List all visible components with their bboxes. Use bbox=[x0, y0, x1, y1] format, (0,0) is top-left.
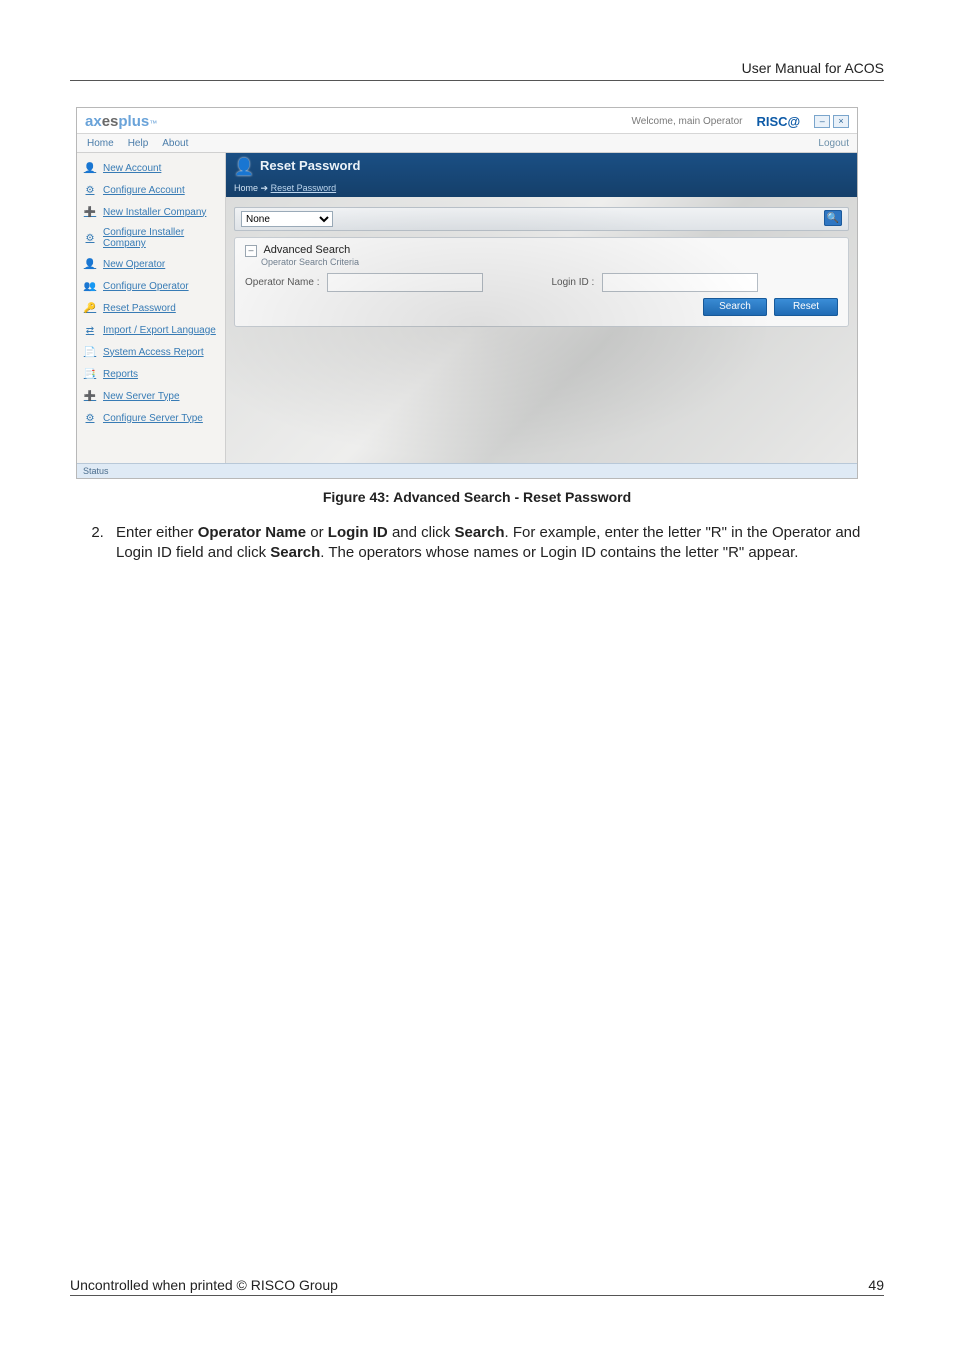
step-text: or bbox=[306, 524, 328, 541]
sidebar-item-reset-password[interactable]: 🔑 Reset Password bbox=[77, 297, 225, 319]
person-gear-icon: 👥 bbox=[83, 279, 97, 293]
filter-bar: None 🔍 bbox=[234, 207, 849, 231]
sidebar-item-new-operator[interactable]: 👤 New Operator bbox=[77, 253, 225, 275]
step-bold-search-1: Search bbox=[454, 524, 504, 541]
footer-left: Uncontrolled when printed © RISCO Group bbox=[70, 1277, 338, 1293]
app-screenshot: ax es plus ™ Welcome, main Operator RISC… bbox=[76, 107, 858, 479]
step-text: and click bbox=[388, 524, 455, 541]
sidebar-item-label: New Account bbox=[103, 163, 161, 174]
filter-go-button[interactable]: 🔍 bbox=[824, 210, 842, 226]
breadcrumb-sep: ➔ bbox=[261, 183, 271, 193]
server-plus-icon: ➕ bbox=[83, 389, 97, 403]
window-minimize-button[interactable]: – bbox=[814, 115, 830, 128]
window-close-button[interactable]: × bbox=[833, 115, 849, 128]
reset-button[interactable]: Reset bbox=[774, 298, 838, 316]
menu-home[interactable]: Home bbox=[87, 138, 114, 149]
step-text: . The operators whose names or Login ID … bbox=[320, 544, 798, 561]
sidebar-item-label: Reports bbox=[103, 369, 138, 380]
step-bold-search-2: Search bbox=[270, 544, 320, 561]
sidebar-item-label: Import / Export Language bbox=[103, 325, 216, 336]
sidebar-item-label: New Operator bbox=[103, 259, 165, 270]
sidebar-item-reports[interactable]: 📑 Reports bbox=[77, 363, 225, 385]
sidebar-item-configure-operator[interactable]: 👥 Configure Operator bbox=[77, 275, 225, 297]
collapse-icon[interactable]: – bbox=[245, 245, 257, 257]
advanced-search-panel: – Advanced Search Operator Search Criter… bbox=[234, 237, 849, 327]
step-bold-operator-name: Operator Name bbox=[198, 524, 306, 541]
sidebar-item-new-server-type[interactable]: ➕ New Server Type bbox=[77, 385, 225, 407]
gear-icon: ⚙ bbox=[83, 231, 97, 245]
sidebar-item-new-installer-company[interactable]: ➕ New Installer Company bbox=[77, 201, 225, 223]
risc-logo: RISC@ bbox=[756, 114, 800, 129]
brand-part-ax: ax bbox=[85, 113, 102, 130]
doc-header: User Manual for ACOS bbox=[70, 60, 884, 81]
step-2: Enter either Operator Name or Login ID a… bbox=[108, 523, 884, 564]
report-icon: 📄 bbox=[83, 345, 97, 359]
transfer-icon: ⇄ bbox=[83, 323, 97, 337]
step-text: Enter either bbox=[116, 524, 198, 541]
menu-logout[interactable]: Logout bbox=[818, 138, 849, 149]
sidebar-item-label: New Installer Company bbox=[103, 207, 206, 218]
brand-part-plus: plus bbox=[118, 113, 149, 130]
figure-caption: Figure 43: Advanced Search - Reset Passw… bbox=[70, 489, 884, 505]
step-bold-login-id: Login ID bbox=[328, 524, 388, 541]
sidebar-item-configure-account[interactable]: ⚙ Configure Account bbox=[77, 179, 225, 201]
app-titlebar: ax es plus ™ Welcome, main Operator RISC… bbox=[77, 108, 857, 134]
search-icon: 🔍 bbox=[827, 213, 839, 224]
sidebar-item-label: Configure Installer Company bbox=[103, 227, 219, 249]
status-bar: Status bbox=[77, 463, 857, 478]
menu-help[interactable]: Help bbox=[128, 138, 149, 149]
key-icon: 🔑 bbox=[83, 301, 97, 315]
page-title: Reset Password bbox=[260, 158, 360, 173]
brand-tm: ™ bbox=[149, 119, 157, 128]
brand-part-es: es bbox=[102, 113, 119, 130]
server-gear-icon: ⚙ bbox=[83, 411, 97, 425]
gear-icon: ⚙ bbox=[83, 183, 97, 197]
sidebar-item-label: New Server Type bbox=[103, 391, 180, 402]
advanced-search-legend: Advanced Search bbox=[263, 244, 350, 256]
filter-select[interactable]: None bbox=[241, 211, 333, 227]
sidebar-item-system-access-report[interactable]: 📄 System Access Report bbox=[77, 341, 225, 363]
sidebar-item-new-account[interactable]: 👤 New Account bbox=[77, 157, 225, 179]
menu-about[interactable]: About bbox=[162, 138, 188, 149]
sidebar-item-configure-installer-company[interactable]: ⚙ Configure Installer Company bbox=[77, 223, 225, 253]
person-icon: 👤 bbox=[234, 157, 254, 177]
breadcrumb: Home ➔ Reset Password bbox=[234, 183, 336, 194]
document-icon: 📑 bbox=[83, 367, 97, 381]
breadcrumb-home[interactable]: Home bbox=[234, 183, 258, 193]
search-button[interactable]: Search bbox=[703, 298, 767, 316]
footer-page-number: 49 bbox=[868, 1277, 884, 1293]
page-title-bar: 👤 Reset Password Home ➔ Reset Password bbox=[226, 153, 857, 197]
person-plus-icon: 👤 bbox=[83, 257, 97, 271]
operator-search-criteria-label: Operator Search Criteria bbox=[261, 257, 838, 267]
sidebar-item-label: Reset Password bbox=[103, 303, 176, 314]
sidebar: 👤 New Account ⚙ Configure Account ➕ New … bbox=[77, 153, 226, 467]
welcome-text: Welcome, main Operator bbox=[632, 116, 743, 127]
login-id-label: Login ID : bbox=[551, 277, 594, 288]
login-id-input[interactable] bbox=[602, 273, 758, 292]
sidebar-item-label: Configure Account bbox=[103, 185, 185, 196]
sidebar-item-import-export-language[interactable]: ⇄ Import / Export Language bbox=[77, 319, 225, 341]
sidebar-item-label: Configure Server Type bbox=[103, 413, 203, 424]
plus-icon: ➕ bbox=[83, 205, 97, 219]
sidebar-item-label: System Access Report bbox=[103, 347, 204, 358]
breadcrumb-current: Reset Password bbox=[271, 183, 337, 193]
operator-name-label: Operator Name : bbox=[245, 277, 319, 288]
account-icon: 👤 bbox=[83, 161, 97, 175]
sidebar-item-configure-server-type[interactable]: ⚙ Configure Server Type bbox=[77, 407, 225, 429]
operator-name-input[interactable] bbox=[327, 273, 483, 292]
brand-logo: ax es plus ™ bbox=[85, 113, 157, 130]
menu-bar: Home Help About Logout bbox=[77, 134, 857, 153]
sidebar-item-label: Configure Operator bbox=[103, 281, 189, 292]
main-panel: 👤 Reset Password Home ➔ Reset Password N… bbox=[226, 153, 857, 467]
